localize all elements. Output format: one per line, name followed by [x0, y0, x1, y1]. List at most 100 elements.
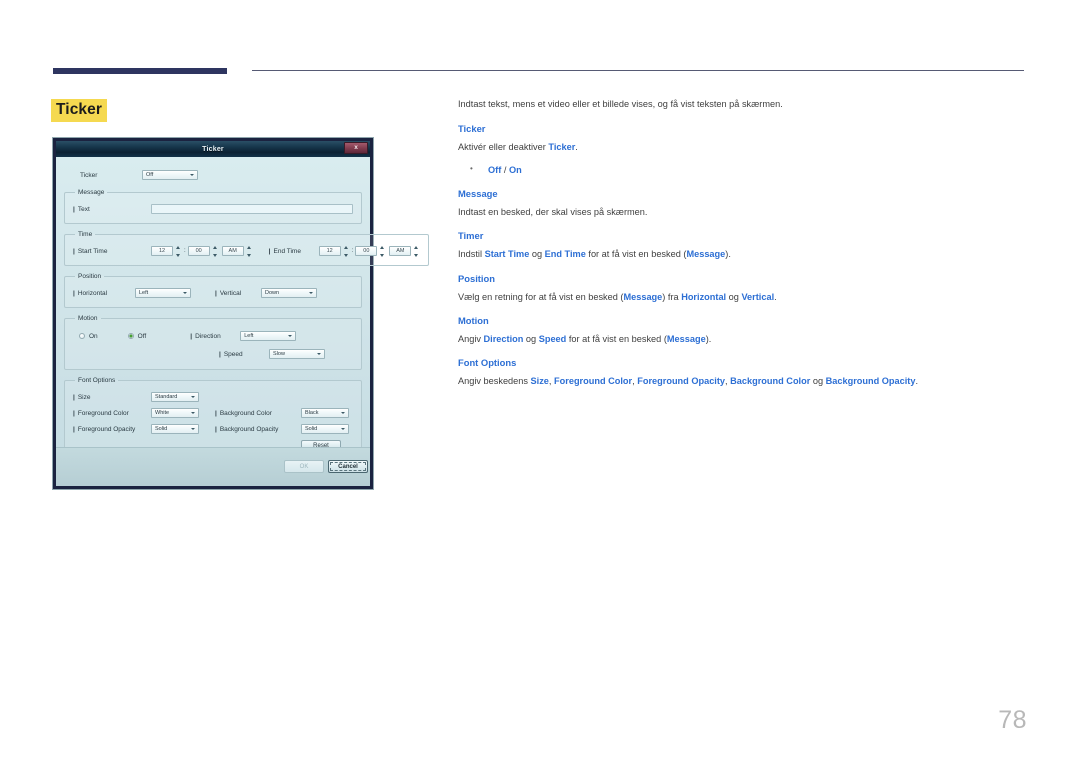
end-hour-field[interactable]: 12 [318, 246, 341, 256]
font-h1: Size [530, 376, 549, 387]
end-time-stepper-group: 12 : 00 AM [318, 245, 421, 257]
end-minute-field[interactable]: 00 [355, 246, 378, 256]
end-meridiem-field[interactable]: AM [389, 246, 412, 256]
direction-select[interactable]: Left [240, 331, 297, 341]
dialog-title: Ticker [202, 145, 224, 153]
end-time-colon: : [351, 248, 354, 254]
time-row: Start Time 12 : 00 AM End Time 12 : 00 [73, 244, 420, 258]
section-heading-message: Message [458, 188, 498, 200]
message-text-input[interactable] [151, 204, 353, 214]
start-minute-field[interactable]: 00 [187, 246, 210, 256]
ticker-options-list: Off / On [458, 163, 1028, 177]
motion-on-label: On [89, 332, 98, 340]
start-meridiem-field[interactable]: AM [221, 246, 244, 256]
background-opacity-select[interactable]: Solid [301, 424, 349, 434]
background-color-label: Background Color [215, 410, 301, 417]
start-hour-field[interactable]: 12 [151, 246, 173, 256]
timer-h3: Message [686, 249, 726, 260]
ticker-dialog-window: Ticker x Ticker Off Message Text Time St… [53, 138, 430, 489]
motion-on-radio[interactable]: On [79, 333, 98, 340]
motion-row-1: On Off Direction Left [73, 328, 353, 344]
start-time-stepper-group: 12 : 00 AM [151, 245, 253, 257]
font-options-group-legend: Font Options [78, 377, 116, 384]
chevron-down-icon [191, 412, 195, 414]
speed-select[interactable]: Slow [269, 349, 325, 359]
vertical-select[interactable]: Down [261, 288, 317, 298]
ticker-label: Ticker [80, 171, 98, 179]
position-t1: Vælg en retning for at få vist en besked… [458, 291, 624, 302]
option-off: Off [488, 164, 502, 175]
speed-select-value: Slow [273, 351, 285, 357]
position-group-legend: Position [78, 273, 102, 280]
font-t1: Angiv beskedens [458, 376, 531, 387]
timer-t3: for at få vist en besked ( [585, 249, 687, 260]
cancel-button[interactable]: Cancel [328, 460, 368, 473]
foreground-color-select[interactable]: White [151, 408, 199, 418]
motion-off-radio[interactable]: Off [127, 332, 147, 340]
chevron-down-icon [309, 292, 313, 294]
end-meridiem-stepper[interactable] [412, 245, 420, 257]
background-opacity-label: Background Opacity [215, 426, 301, 433]
horizontal-select[interactable]: Left [135, 288, 191, 298]
foreground-color-label: Foreground Color [73, 410, 151, 417]
ticker-body-post: . [575, 142, 578, 153]
timer-t4: ). [725, 249, 731, 260]
ok-button[interactable]: OK [284, 460, 324, 473]
section-heading-timer: Timer [458, 230, 484, 242]
message-group-legend: Message [78, 189, 105, 196]
message-group: Message Text [64, 189, 362, 224]
foreground-color-select-value: White [155, 410, 170, 416]
start-meridiem-stepper[interactable] [245, 245, 253, 257]
dialog-titlebar: Ticker x [56, 141, 370, 157]
section-body-message: Indtast en besked, der skal vises på skæ… [458, 207, 648, 218]
radio-selected-icon [127, 333, 134, 339]
section-heading-ticker: Ticker [458, 123, 486, 135]
motion-t4: ). [705, 334, 712, 345]
foreground-opacity-select[interactable]: Solid [151, 424, 199, 434]
vertical-label: Vertical [215, 290, 261, 297]
motion-h1: Direction [483, 334, 524, 345]
radio-icon [79, 333, 85, 339]
position-t4: . [774, 291, 777, 302]
section-heading-position: Position [458, 272, 495, 284]
chevron-down-icon [341, 412, 345, 414]
start-time-label: Start Time [73, 248, 151, 255]
foreground-color-row: Foreground Color White Background Color … [73, 406, 353, 420]
ticker-body-pre: Aktivér eller deaktiver [458, 142, 549, 153]
size-select[interactable]: Standard [151, 392, 199, 402]
dialog-body: Ticker Off Message Text Time Start Time … [56, 157, 430, 460]
motion-t1: Angiv [458, 334, 484, 345]
position-row: Horizontal Left Vertical Down [73, 286, 353, 300]
font-h4: Background Color [730, 376, 811, 387]
foreground-opacity-select-value: Solid [155, 426, 168, 432]
chevron-down-icon [288, 335, 293, 337]
message-text-label: Text [73, 206, 151, 213]
timer-h1: Start Time [484, 249, 530, 260]
background-opacity-select-value: Solid [305, 426, 318, 432]
background-color-select-value: Black [305, 410, 319, 416]
speed-label: Speed [219, 351, 269, 358]
section-body-position: Vælg en retning for at få vist en besked… [458, 291, 1028, 304]
end-hour-stepper[interactable] [342, 245, 350, 257]
header-rule-thick [53, 68, 227, 74]
start-hour-stepper[interactable] [174, 245, 182, 257]
section-body-ticker: Aktivér eller deaktiver Ticker. [458, 141, 1028, 154]
motion-group-legend: Motion [78, 315, 98, 322]
timer-h2: End Time [544, 249, 586, 260]
start-minute-stepper[interactable] [211, 245, 219, 257]
section-heading-font-options: Font Options [458, 357, 517, 369]
end-minute-stepper[interactable] [378, 245, 386, 257]
motion-h2: Speed [538, 334, 567, 345]
font-h5: Background Opacity [825, 376, 916, 387]
close-icon[interactable]: x [344, 142, 368, 154]
option-separator: / [501, 164, 509, 175]
timer-t2: og [529, 249, 545, 260]
ticker-select[interactable]: Off [142, 170, 198, 180]
start-time-colon: : [184, 248, 186, 254]
font-h3: Foreground Opacity [637, 376, 726, 387]
motion-t3: for at få vist en besked ( [566, 334, 667, 345]
motion-off-label: Off [137, 332, 147, 340]
time-group: Time Start Time 12 : 00 AM End Time 12 : [64, 231, 430, 266]
position-group: Position Horizontal Left Vertical Down [64, 273, 362, 308]
background-color-select[interactable]: Black [301, 408, 349, 418]
